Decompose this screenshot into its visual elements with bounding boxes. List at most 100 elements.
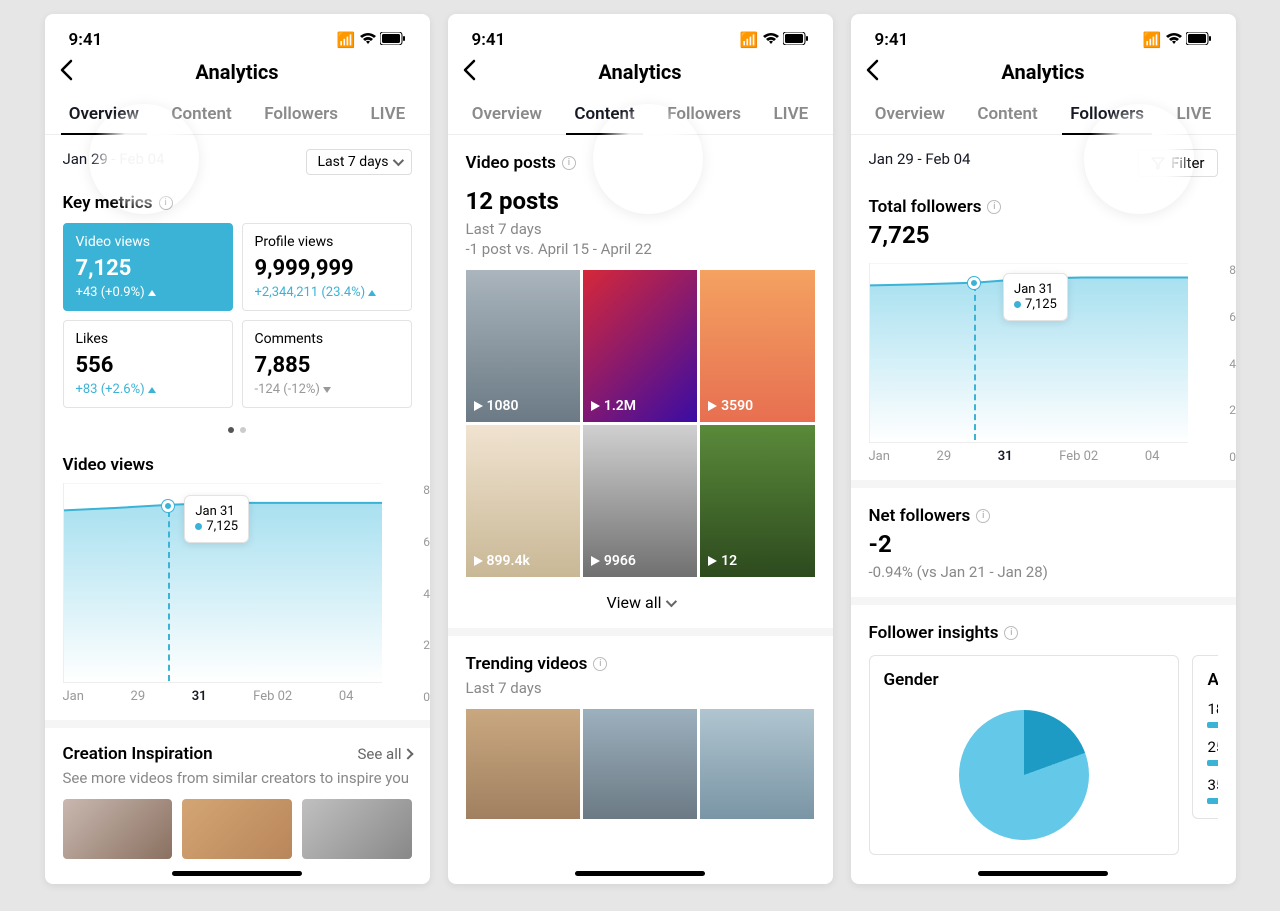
tab-overview[interactable]: Overview xyxy=(867,94,953,134)
y-axis-labels: 8k6K4K2K0 xyxy=(1229,263,1235,464)
wifi-icon xyxy=(1166,31,1182,49)
metric-card[interactable]: Profile views 9,999,999 +2,344,211 (23.4… xyxy=(242,223,412,311)
play-icon xyxy=(591,556,600,566)
metrics-grid: Video views 7,125 +43 (+0.9%)Profile vie… xyxy=(63,223,412,408)
age-row: 18- xyxy=(1207,700,1217,728)
battery-icon xyxy=(380,31,406,49)
video-thumb[interactable]: 3590 xyxy=(700,270,814,422)
view-all-link[interactable]: View all xyxy=(466,593,815,612)
signal-icon: 📶 xyxy=(1143,31,1162,49)
chart-tooltip: Jan 31 7,125 xyxy=(1003,273,1068,321)
chevron-down-icon xyxy=(392,155,403,166)
info-icon[interactable]: i xyxy=(976,509,990,523)
metric-card[interactable]: Likes 556 +83 (+2.6%) xyxy=(63,320,233,408)
metric-delta: -124 (-12%) xyxy=(255,382,399,397)
tab-followers[interactable]: Followers xyxy=(659,94,749,134)
play-icon xyxy=(474,401,483,411)
info-icon[interactable]: i xyxy=(987,200,1001,214)
header: Analytics xyxy=(45,56,430,94)
age-row: 25- xyxy=(1207,738,1217,766)
status-icons: 📶 xyxy=(337,31,406,49)
video-thumb[interactable]: 9966 xyxy=(583,425,697,577)
metric-delta: +83 (+2.6%) xyxy=(76,382,220,397)
status-time: 9:41 xyxy=(472,30,506,50)
status-bar: 9:41 📶 xyxy=(851,14,1236,56)
arrow-up-icon xyxy=(148,290,156,296)
arrow-down-icon xyxy=(323,387,331,393)
chevron-right-icon xyxy=(402,748,413,759)
tab-live[interactable]: LIVE xyxy=(1168,94,1219,134)
tab-content[interactable]: Content xyxy=(163,94,239,134)
content-area: Video posts i 12 posts Last 7 days -1 po… xyxy=(448,135,833,833)
video-views-chart[interactable]: Jan 31 7,125 8K6K4K2K0 Jan2931Feb 0204 xyxy=(63,483,412,704)
page-title: Analytics xyxy=(1001,60,1084,84)
metric-value: 7,885 xyxy=(255,353,399,378)
tab-live[interactable]: LIVE xyxy=(765,94,816,134)
header: Analytics xyxy=(851,56,1236,94)
home-indicator xyxy=(172,871,302,876)
tabs: Overview Content Followers LIVE xyxy=(45,94,430,135)
trending-title: Trending videos i xyxy=(466,654,815,674)
inspiration-thumb[interactable] xyxy=(302,799,412,859)
back-button[interactable] xyxy=(462,58,476,86)
tab-content[interactable]: Content xyxy=(969,94,1045,134)
gender-pie-chart xyxy=(959,710,1089,840)
video-grid: 1080 1.2M 3590 899.4k 9966 12 xyxy=(466,270,815,577)
video-thumb[interactable]: 12 xyxy=(700,425,814,577)
divider xyxy=(45,720,430,728)
chevron-down-icon xyxy=(665,595,676,606)
video-thumb[interactable]: 1080 xyxy=(466,270,580,422)
metric-card[interactable]: Comments 7,885 -124 (-12%) xyxy=(242,320,412,408)
x-axis-labels: Jan2931Feb 0204 xyxy=(63,689,382,704)
inspiration-title: Creation Inspiration xyxy=(63,744,213,764)
info-icon[interactable]: i xyxy=(562,156,576,170)
battery-icon xyxy=(783,31,809,49)
info-icon[interactable]: i xyxy=(593,657,607,671)
tab-followers[interactable]: Followers xyxy=(1062,94,1152,134)
date-filter-dropdown[interactable]: Last 7 days xyxy=(306,149,411,175)
tab-content[interactable]: Content xyxy=(566,94,642,134)
see-all-link[interactable]: See all xyxy=(358,745,412,763)
tooltip-date: Jan 31 xyxy=(1014,282,1057,297)
back-button[interactable] xyxy=(865,58,879,86)
battery-icon xyxy=(1186,31,1212,49)
followers-chart[interactable]: Jan 31 7,125 8k6K4K2K0 Jan2931Feb 0204 xyxy=(869,263,1218,464)
play-icon xyxy=(708,401,717,411)
tab-overview[interactable]: Overview xyxy=(464,94,550,134)
page-title: Analytics xyxy=(195,60,278,84)
content-area: Jan 29 - Feb 04 Filter Total followers i… xyxy=(851,135,1236,869)
back-button[interactable] xyxy=(59,58,73,86)
trending-thumb[interactable] xyxy=(466,709,580,819)
tooltip-value: 7,125 xyxy=(206,519,238,534)
tab-overview[interactable]: Overview xyxy=(61,94,147,134)
video-thumb[interactable]: 1.2M xyxy=(583,270,697,422)
wifi-icon xyxy=(763,31,779,49)
follower-insights-title: Follower insights i xyxy=(869,623,1218,643)
insights-scroll[interactable]: Gender Age 18- 25- 35- xyxy=(869,643,1218,855)
posts-range: Last 7 days xyxy=(466,220,815,238)
inspiration-thumb[interactable] xyxy=(182,799,292,859)
metric-value: 7,125 xyxy=(76,256,220,281)
tab-followers[interactable]: Followers xyxy=(256,94,346,134)
inspiration-thumb[interactable] xyxy=(63,799,173,859)
age-row: 35- xyxy=(1207,776,1217,804)
video-thumb[interactable]: 899.4k xyxy=(466,425,580,577)
divider xyxy=(851,480,1236,488)
posts-count: 12 posts xyxy=(466,187,815,215)
posts-compare: -1 post vs. April 15 - April 22 xyxy=(466,240,815,258)
info-icon[interactable]: i xyxy=(159,196,173,210)
trending-thumb[interactable] xyxy=(583,709,697,819)
age-title: Age xyxy=(1207,670,1217,690)
age-card[interactable]: Age 18- 25- 35- xyxy=(1192,655,1217,819)
divider xyxy=(851,597,1236,605)
gender-card[interactable]: Gender xyxy=(869,655,1179,855)
key-metrics-title: Key metrics i xyxy=(63,193,412,213)
status-icons: 📶 xyxy=(1143,31,1212,49)
info-icon[interactable]: i xyxy=(1004,626,1018,640)
metric-card[interactable]: Video views 7,125 +43 (+0.9%) xyxy=(63,223,233,311)
tab-live[interactable]: LIVE xyxy=(362,94,413,134)
trending-thumb[interactable] xyxy=(700,709,814,819)
date-filter-label: Last 7 days xyxy=(317,154,388,170)
filter-button[interactable]: Filter xyxy=(1138,149,1218,177)
status-time: 9:41 xyxy=(875,30,909,50)
